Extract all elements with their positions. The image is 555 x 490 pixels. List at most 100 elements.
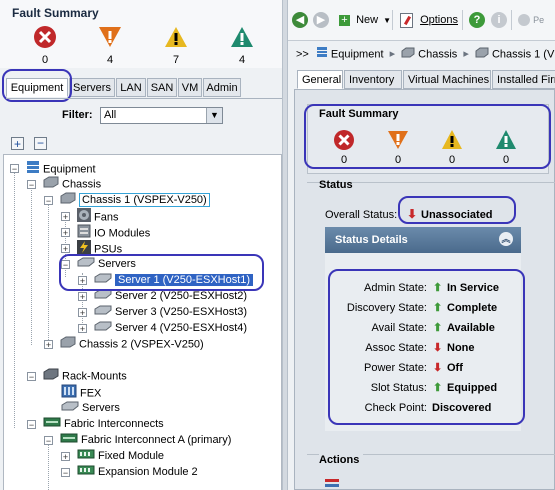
tree-node-fixed-module[interactable]: + Fixed Module	[61, 448, 164, 464]
expand-toggle-icon[interactable]: +	[78, 276, 87, 286]
minor-fault-count[interactable]: 7	[156, 25, 196, 66]
warning-fault-count[interactable]: 4	[222, 25, 262, 66]
tree-label: Server 3 (V250-ESXHost3)	[115, 306, 248, 318]
major-count-label: 0	[394, 154, 402, 166]
warning-fault-count[interactable]: 0	[495, 129, 517, 166]
tree-node-rack-mounts[interactable]: − Rack-Mounts	[27, 368, 127, 384]
collapse-toggle-icon[interactable]: −	[27, 420, 36, 430]
expand-toggle-icon[interactable]: +	[78, 324, 87, 334]
up-arrow-icon: ⬆	[433, 322, 443, 334]
down-arrow-icon: ⬇	[407, 207, 418, 221]
breadcrumb-separator-icon: ▸	[463, 48, 469, 61]
expand-toggle-icon[interactable]: +	[78, 292, 87, 302]
breadcrumb-chassis[interactable]: Chassis	[418, 48, 457, 60]
collapse-chevron-up-icon[interactable]: ︽	[499, 232, 513, 246]
options-button[interactable]: Options	[400, 8, 458, 32]
tree-node-rack-servers[interactable]: Servers	[61, 400, 120, 416]
options-button-label: Options	[420, 14, 458, 26]
collapse-toggle-icon[interactable]: −	[44, 436, 53, 446]
critical-fault-count[interactable]: 0	[25, 25, 65, 66]
tab-installed-firmware[interactable]: Installed Firm	[492, 70, 555, 89]
collapse-toggle-icon[interactable]: −	[61, 468, 70, 478]
slot-status-label: Slot Status:	[370, 382, 427, 394]
tab-lan[interactable]: LAN	[116, 78, 146, 97]
collapse-toggle-icon[interactable]: −	[27, 180, 36, 190]
tree-node-servers[interactable]: − Servers	[61, 256, 136, 272]
tab-general[interactable]: General	[297, 70, 343, 89]
breadcrumb-equipment[interactable]: Equipment	[331, 48, 384, 60]
tree-line	[48, 200, 50, 340]
collapse-all-icon[interactable]: −	[34, 137, 47, 150]
info-icon[interactable]: i	[491, 12, 507, 28]
expand-toggle-icon[interactable]: +	[61, 244, 70, 254]
tab-virtual-machines[interactable]: Virtual Machines	[403, 70, 491, 89]
new-button[interactable]: + New ▼	[339, 8, 391, 32]
breadcrumb-chassis-1[interactable]: Chassis 1 (V	[492, 48, 554, 60]
toolbar-separator	[392, 10, 393, 30]
expand-toggle-icon[interactable]: +	[61, 452, 70, 462]
tree-node-chassis-1[interactable]: − Chassis 1 (VSPEX-V250)	[44, 192, 210, 208]
tree-node-expansion-module-2[interactable]: − Expansion Module 2	[61, 464, 198, 480]
tree-node-server-1[interactable]: + Server 1 (V250-ESXHost1)	[78, 272, 254, 288]
tree-node-server-3[interactable]: + Server 3 (V250-ESXHost3)	[78, 304, 247, 320]
tree-node-chassis-2[interactable]: + Chassis 2 (VSPEX-V250)	[44, 336, 204, 352]
minor-fault-count[interactable]: 0	[441, 129, 463, 166]
admin-state-value: In Service	[447, 282, 499, 294]
tree-node-server-4[interactable]: + Server 4 (V250-ESXHost4)	[78, 320, 247, 336]
expand-all-icon[interactable]: +	[11, 137, 24, 150]
assoc-state-value: None	[447, 342, 475, 354]
tab-admin[interactable]: Admin	[203, 78, 241, 97]
chassis-icon	[475, 47, 489, 63]
tree-node-chassis[interactable]: − Chassis	[27, 176, 101, 192]
tree-node-psus[interactable]: + PSUs	[61, 240, 122, 256]
chassis-icon	[43, 176, 59, 193]
chassis-icon	[401, 47, 415, 63]
tree-label: Chassis	[62, 178, 102, 191]
fault-summary-title: Fault Summary	[319, 108, 399, 120]
tree-node-server-2[interactable]: + Server 2 (V250-ESXHost2)	[78, 288, 247, 304]
major-fault-count[interactable]: 4	[90, 25, 130, 66]
expand-toggle-icon[interactable]: +	[61, 212, 70, 222]
help-icon[interactable]: ?	[469, 12, 485, 28]
tab-vm[interactable]: VM	[178, 78, 202, 97]
overall-status-label: Overall Status:	[325, 209, 398, 221]
tab-san[interactable]: SAN	[147, 78, 177, 97]
tree-node-io-modules[interactable]: + IO Modules	[61, 224, 150, 240]
collapse-toggle-icon[interactable]: −	[61, 260, 70, 270]
tab-equipment[interactable]: Equipment	[6, 78, 68, 97]
filter-dropdown[interactable]: All ▼	[100, 107, 223, 124]
collapse-toggle-icon[interactable]: −	[27, 372, 36, 382]
server-blade-icon	[94, 272, 112, 288]
tree-label: Expansion Module 2	[98, 466, 198, 478]
critical-count-label: 0	[340, 154, 348, 166]
collapse-toggle-icon[interactable]: −	[44, 196, 53, 206]
back-arrow-icon[interactable]: ◀	[292, 12, 308, 28]
tab-servers[interactable]: Servers	[69, 78, 115, 97]
collapse-toggle-icon[interactable]: −	[10, 164, 19, 174]
action-icon[interactable]	[325, 478, 339, 488]
tree-node-fex[interactable]: FEX	[61, 384, 101, 400]
status-details-header[interactable]: Status Details ︽	[325, 227, 521, 253]
expand-toggle-icon[interactable]: +	[78, 308, 87, 318]
expand-toggle-icon[interactable]: +	[61, 228, 70, 238]
tree-node-equipment[interactable]: − Equipment	[10, 160, 96, 176]
major-fault-count[interactable]: 0	[387, 129, 409, 166]
tree-node-fans[interactable]: + Fans	[61, 208, 118, 224]
filter-value: All	[104, 109, 117, 121]
tree-node-fabric-interconnect-a[interactable]: − Fabric Interconnect A (primary)	[44, 432, 231, 448]
tab-inventory[interactable]: Inventory	[344, 70, 402, 89]
forward-arrow-icon[interactable]: ▶	[313, 12, 329, 28]
critical-fault-count[interactable]: 0	[333, 129, 355, 166]
chevron-down-icon[interactable]: ▼	[206, 108, 222, 123]
fault-summary-title: Fault Summary	[12, 6, 99, 20]
tree-label: Rack-Mounts	[62, 370, 127, 383]
tree-label: Fans	[94, 211, 119, 224]
major-down-triangle-icon	[388, 131, 408, 149]
pending-activities-button[interactable]: Pe	[518, 8, 544, 32]
tree-node-fabric-interconnects[interactable]: − Fabric Interconnects	[27, 416, 164, 432]
tree-label: Chassis 2 (VSPEX-V250)	[79, 338, 204, 351]
tree-label: Server 4 (V250-ESXHost4)	[115, 322, 248, 334]
tab-divider	[6, 98, 282, 99]
expand-toggle-icon[interactable]: +	[44, 340, 53, 350]
tree-label: Equipment	[43, 163, 96, 176]
